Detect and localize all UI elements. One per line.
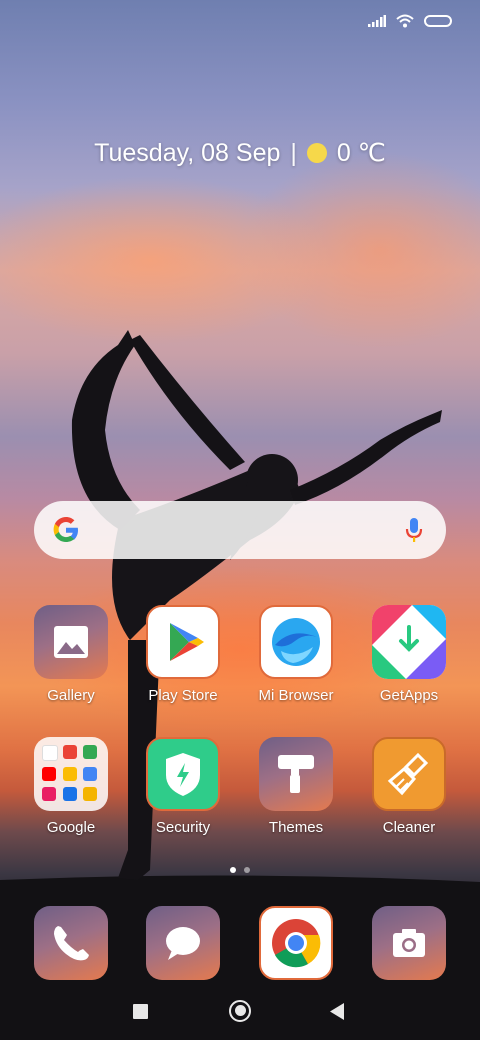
cleaner-icon [372,737,446,811]
sunny-icon [306,143,327,163]
app-label: Cleaner [382,819,436,836]
app-google-folder[interactable]: Google [16,737,126,836]
messages-icon [146,906,220,980]
microphone-icon[interactable] [404,516,424,544]
app-label: Themes [268,819,324,836]
recents-button[interactable] [133,1004,148,1019]
app-play-store[interactable]: Play Store [128,605,238,704]
dock-phone[interactable] [16,906,126,980]
dock-camera[interactable] [354,906,464,980]
app-label: Security [155,819,211,836]
app-getapps[interactable]: GetApps [354,605,464,704]
dock-messages[interactable] [128,906,238,980]
signal-icon [368,15,386,27]
navigation-bar [0,996,480,1028]
getapps-icon [372,605,446,679]
app-label: GetApps [379,687,439,704]
phone-icon [34,906,108,980]
camera-icon [372,906,446,980]
themes-icon [259,737,333,811]
chrome-icon [259,906,333,980]
status-bar [0,0,480,44]
google-folder-icon [34,737,108,811]
play-store-icon [146,605,220,679]
page-dot[interactable] [244,867,250,873]
mi-browser-icon [259,605,333,679]
app-label: Play Store [148,687,218,704]
app-label: Gallery [47,687,95,704]
battery-icon [424,15,452,27]
gallery-icon [34,605,108,679]
separator: | [290,138,297,167]
app-mi-browser[interactable]: Mi Browser [241,605,351,704]
home-button[interactable] [229,1000,251,1022]
date-weather-widget[interactable]: Tuesday, 08 Sep | 0 ℃ [0,138,480,168]
dock-chrome[interactable] [241,906,351,980]
app-label: Mi Browser [258,687,334,704]
security-icon [146,737,220,811]
date-text: Tuesday, 08 Sep [94,138,281,167]
back-button[interactable] [330,1003,345,1020]
wifi-icon [396,14,414,28]
app-label: Google [46,819,96,836]
google-logo-icon [53,517,78,542]
page-dot-active [230,867,236,873]
app-security[interactable]: Security [128,737,238,836]
page-indicator [0,867,480,873]
app-gallery[interactable]: Gallery [16,605,126,704]
app-cleaner[interactable]: Cleaner [354,737,464,836]
temperature-text: 0 ℃ [336,139,386,167]
app-themes[interactable]: Themes [241,737,351,836]
google-search-bar[interactable] [34,501,446,559]
